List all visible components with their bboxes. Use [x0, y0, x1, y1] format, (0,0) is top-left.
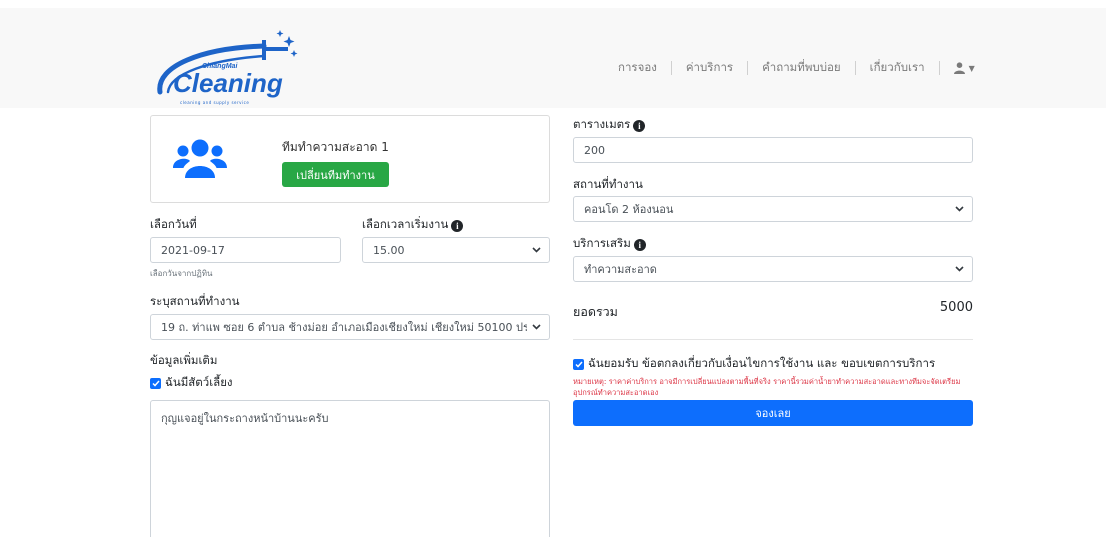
users-icon: [173, 139, 227, 178]
extra-service-select-value: ทำความสะอาด: [584, 263, 657, 276]
time-label-text: เลือกเวลาเริ่มงาน: [362, 217, 449, 231]
chevron-down-icon: [955, 206, 964, 212]
logo-text: Cleaning: [173, 68, 283, 98]
info-icon[interactable]: i: [633, 120, 646, 132]
agree-checkbox-label: ฉันยอมรับ ข้อตกลงเกี่ยวกับเงื่อนไขการใช้…: [588, 356, 936, 370]
location-label: ระบุสถานที่ทำงาน: [150, 294, 240, 308]
nav-divider: [747, 61, 749, 75]
time-label: เลือกเวลาเริ่มงาน i: [362, 216, 464, 234]
book-now-button[interactable]: จองเลย: [573, 400, 973, 426]
sqm-label: ตารางเมตร i: [573, 116, 646, 134]
time-select-value: 15.00: [373, 243, 405, 257]
chevron-down-icon: [955, 266, 964, 272]
sqm-input[interactable]: 200: [573, 137, 973, 163]
nav-divider: [938, 61, 940, 75]
time-select[interactable]: 15.00: [362, 237, 550, 263]
caret-down-icon: ▼: [968, 63, 975, 73]
location-select-value: 19 ถ. ท่าแพ ซอย 6 ตำบล ช้างม่อย อำเภอเมื…: [161, 321, 527, 334]
change-team-button[interactable]: เปลี่ยนทีมทำงาน: [282, 162, 389, 187]
info-icon[interactable]: i: [633, 239, 646, 251]
agree-checkbox-row[interactable]: ฉันยอมรับ ข้อตกลงเกี่ยวกับเงื่อนไขการใช้…: [573, 355, 935, 373]
date-input[interactable]: 2021-09-17: [150, 237, 341, 263]
main-nav: การจอง ค่าบริการ คำถามที่พบบ่อย เกี่ยวกั…: [618, 60, 975, 76]
chevron-down-icon: [532, 324, 541, 330]
extra-service-select[interactable]: ทำความสะอาด: [573, 256, 973, 282]
chevron-down-icon: [532, 247, 541, 253]
total-value: 5000: [939, 300, 973, 315]
location-select[interactable]: 19 ถ. ท่าแพ ซอย 6 ตำบล ช้างม่อย อำเภอเมื…: [150, 314, 550, 340]
nav-about[interactable]: เกี่ยวกับเรา: [870, 59, 925, 77]
note-textarea[interactable]: กุญแจอยู่ในกระถางหน้าบ้านนะครับ: [150, 400, 550, 537]
divider: [573, 339, 973, 340]
pet-checkbox-row[interactable]: ฉันมีสัตว์เลี้ยง: [150, 374, 233, 392]
total-label: ยอดรวม: [573, 304, 618, 319]
nav-faq[interactable]: คำถามที่พบบ่อย: [762, 59, 841, 77]
team-card: ทีมทำความสะอาด 1 เปลี่ยนทีมทำงาน: [150, 115, 550, 203]
navbar: ChiangMai Cleaning cleaning and supply s…: [0, 8, 1106, 108]
agree-checkbox[interactable]: [573, 358, 584, 370]
extra-service-label: บริการเสริม i: [573, 235, 646, 253]
pet-checkbox[interactable]: [150, 377, 161, 389]
nav-divider: [670, 61, 672, 75]
info-icon[interactable]: i: [451, 220, 464, 232]
date-label: เลือกวันที่: [150, 217, 197, 231]
place-label: สถานที่ทำงาน: [573, 177, 643, 191]
nav-divider: [854, 61, 856, 75]
place-select[interactable]: คอนโด 2 ห้องนอน: [573, 196, 973, 222]
team-name: ทีมทำความสะอาด 1: [282, 140, 389, 154]
check-icon: [574, 361, 583, 368]
pricing-note: หมายเหตุ: ราคาค่าบริการ อาจมีการเปลี่ยนแ…: [573, 377, 961, 397]
user-icon: [953, 62, 965, 74]
user-menu-toggle[interactable]: ▼: [953, 62, 975, 74]
pet-checkbox-label: ฉันมีสัตว์เลี้ยง: [165, 375, 233, 389]
check-icon: [151, 380, 160, 387]
extra-service-label-text: บริการเสริม: [573, 236, 631, 250]
extra-info-label: ข้อมูลเพิ่มเติม: [150, 353, 218, 367]
site-logo[interactable]: ChiangMai Cleaning cleaning and supply s…: [152, 26, 312, 105]
logo-tagline: cleaning and supply service: [180, 100, 250, 105]
date-help-text: เลือกวันจากปฏิทิน: [150, 269, 213, 278]
nav-booking[interactable]: การจอง: [618, 59, 657, 77]
sqm-label-text: ตารางเมตร: [573, 117, 631, 131]
nav-pricing[interactable]: ค่าบริการ: [686, 59, 733, 77]
place-select-value: คอนโด 2 ห้องนอน: [584, 203, 674, 216]
